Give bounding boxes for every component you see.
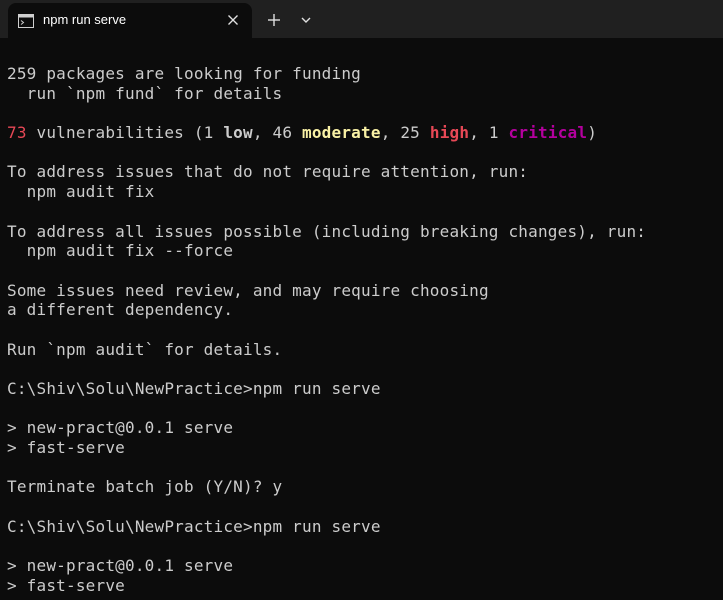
vuln-text: ) bbox=[587, 123, 598, 143]
vulnerability-summary: 73 vulnerabilities (1 low, 46 moderate, … bbox=[7, 123, 646, 143]
terminal-line: 259 packages are looking for funding bbox=[7, 64, 361, 83]
vuln-text: 1 bbox=[203, 123, 224, 143]
vulnerability-count: 73 bbox=[7, 123, 27, 143]
plus-icon[interactable] bbox=[262, 8, 286, 32]
vuln-text: , 1 bbox=[469, 123, 509, 143]
terminal-prompt-line: C:\Shiv\Solu\NewPractice>npm run serve bbox=[7, 516, 381, 536]
terminal-line: Run `npm audit` for details. bbox=[7, 339, 283, 359]
terminal-line: > fast-serve bbox=[7, 575, 125, 595]
terminal-line: npm audit fix bbox=[7, 182, 155, 202]
vuln-high-label: high bbox=[429, 123, 470, 143]
terminal-prompt-line: C:\Shiv\Solu\NewPractice>npm run serve bbox=[7, 379, 381, 398]
vuln-text: , 46 bbox=[252, 123, 303, 143]
terminal-line: run `npm fund` for details bbox=[7, 83, 283, 103]
vuln-text: vulnerabilities ( bbox=[26, 123, 204, 143]
terminal-line: a different dependency. bbox=[7, 300, 234, 320]
tab-npm-run-serve[interactable]: npm run serve bbox=[8, 3, 252, 38]
terminal-line: > fast-serve bbox=[7, 438, 125, 458]
tab-bar: npm run serve bbox=[0, 0, 723, 38]
terminal-line: > new-pract@0.0.1 serve bbox=[7, 418, 234, 438]
vuln-critical-label: critical bbox=[508, 123, 588, 143]
terminal-line: Terminate batch job (Y/N)? y bbox=[7, 477, 283, 497]
terminal-line: To address all issues possible (includin… bbox=[7, 221, 647, 241]
vuln-low-label: low bbox=[223, 123, 253, 143]
terminal-line: Some issues need review, and may require… bbox=[7, 280, 489, 300]
terminal-line: > new-pract@0.0.1 serve bbox=[7, 556, 234, 576]
terminal-output[interactable]: 259 packages are looking for funding run… bbox=[0, 38, 723, 600]
close-icon[interactable] bbox=[222, 9, 244, 31]
terminal-icon bbox=[18, 13, 34, 28]
vuln-text: , 25 bbox=[380, 123, 430, 143]
chevron-down-icon[interactable] bbox=[294, 8, 318, 32]
tab-title: npm run serve bbox=[43, 12, 127, 27]
terminal-line: npm audit fix --force bbox=[7, 241, 234, 261]
vuln-moderate-label: moderate bbox=[302, 123, 381, 143]
terminal-line: To address issues that do not require at… bbox=[7, 162, 529, 182]
